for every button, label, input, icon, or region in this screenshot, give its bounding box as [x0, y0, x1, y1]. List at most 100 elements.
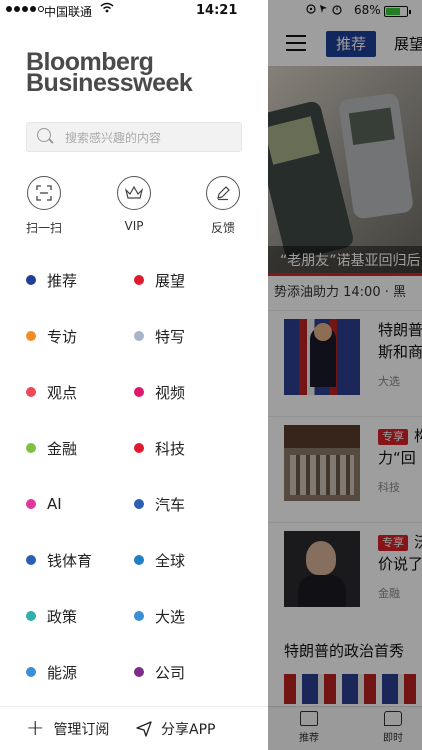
- category-dot: [26, 499, 36, 509]
- tab-recommend[interactable]: 推荐: [326, 31, 377, 57]
- category-item[interactable]: 展望: [134, 268, 185, 292]
- hero-caption: “老朋友”诺基亚回归后: [268, 246, 422, 276]
- feedback-button[interactable]: 反馈: [193, 176, 253, 236]
- category-dot: [134, 443, 144, 453]
- tab-bar-recommend[interactable]: 推荐: [284, 711, 334, 744]
- category-dot: [26, 331, 36, 341]
- category-dot: [134, 611, 144, 621]
- article-title-text: 构: [414, 427, 422, 445]
- category-item[interactable]: 能源: [26, 660, 77, 684]
- category-dot: [134, 555, 144, 565]
- category-dot: [134, 387, 144, 397]
- plus-icon: +: [26, 715, 45, 741]
- top-nav: 推荐 展望: [268, 24, 422, 64]
- wifi-icon: [100, 2, 114, 16]
- category-label: 全球: [155, 551, 186, 570]
- hero-image[interactable]: “老朋友”诺基亚回归后: [268, 66, 422, 276]
- manage-subscription-label: 管理订阅: [53, 721, 110, 738]
- category-label: 钱体育: [47, 551, 93, 570]
- scan-label: 扫一扫: [25, 221, 62, 235]
- category-dot: [134, 275, 144, 285]
- category-item[interactable]: 全球: [134, 548, 185, 572]
- category-label: AI: [47, 495, 62, 513]
- drawer-footer: + 管理订阅 分享APP: [0, 706, 268, 750]
- article-title-line-2: 力“回: [378, 449, 416, 467]
- status-bar-right: 68%: [268, 0, 422, 22]
- category-label: 公司: [155, 663, 186, 682]
- article-category: 大选: [378, 375, 400, 388]
- search-placeholder: 搜索感兴趣的内容: [65, 130, 162, 145]
- crown-icon: [117, 176, 151, 210]
- scan-button[interactable]: 扫一扫: [14, 176, 74, 236]
- section-title[interactable]: 特朗普的政治首秀: [284, 640, 404, 661]
- category-item[interactable]: AI: [26, 492, 62, 516]
- battery-icon: [384, 6, 411, 17]
- manage-subscription-button[interactable]: + 管理订阅: [26, 715, 110, 741]
- article-title-line-1: 专享构: [378, 425, 422, 447]
- category-item[interactable]: 金融: [26, 436, 77, 460]
- news-ticker[interactable]: 势添油助力 14:00 · 黑: [268, 280, 422, 306]
- category-label: 推荐: [47, 271, 78, 290]
- article-item[interactable]: 专享构 力“回 科技: [268, 416, 422, 512]
- category-item[interactable]: 特写: [134, 324, 185, 348]
- category-item[interactable]: 科技: [134, 436, 185, 460]
- category-item[interactable]: 大选: [134, 604, 185, 628]
- status-icons: [306, 3, 350, 18]
- article-category: 科技: [378, 481, 400, 494]
- category-dot: [26, 387, 36, 397]
- category-dot: [134, 499, 144, 509]
- category-item[interactable]: 汽车: [134, 492, 185, 516]
- article-item[interactable]: 专享沃 价说了 金融: [268, 522, 422, 618]
- category-item[interactable]: 观点: [26, 380, 77, 404]
- search-input[interactable]: 搜索感兴趣的内容: [26, 122, 242, 152]
- share-app-label: 分享APP: [161, 721, 216, 738]
- article-category: 金融: [378, 587, 400, 600]
- category-item[interactable]: 钱体育: [26, 548, 92, 572]
- article-title-text: 沃: [414, 533, 422, 551]
- scan-icon: [27, 176, 61, 210]
- article-thumbnail: [284, 319, 360, 395]
- category-dot: [134, 667, 144, 677]
- vip-button[interactable]: VIP: [104, 176, 164, 233]
- category-item[interactable]: 视频: [134, 380, 185, 404]
- section-image[interactable]: [284, 674, 422, 704]
- article-title-line-1: 特朗普: [378, 321, 422, 339]
- status-bar: 中国联通 14:21: [0, 0, 268, 22]
- category-label: 政策: [47, 607, 78, 626]
- article-thumbnail: [284, 425, 360, 501]
- battery-percent: 68%: [354, 3, 381, 17]
- category-item[interactable]: 推荐: [26, 268, 77, 292]
- category-label: 汽车: [155, 495, 186, 514]
- clock: 14:21: [196, 3, 238, 18]
- category-label: 大选: [155, 607, 186, 626]
- category-label: 观点: [47, 383, 78, 402]
- article-title-line-2: 价说了: [378, 555, 422, 573]
- category-item[interactable]: 公司: [134, 660, 185, 684]
- carrier-name: 中国联通: [44, 5, 93, 19]
- tab-outlook[interactable]: 展望: [394, 31, 422, 57]
- category-label: 专访: [47, 327, 78, 346]
- exclusive-badge: 专享: [378, 534, 408, 551]
- bloomberg-businessweek-logo: Bloomberg Businessweek: [26, 50, 216, 97]
- main-content: 68% 推荐 展望 “老朋友”诺基亚回归后 势添油助力 14:00 · 黑 特朗…: [268, 0, 422, 750]
- search-icon: [37, 128, 55, 146]
- article-title-line-2: 斯和商: [378, 343, 422, 361]
- signal-icon: [6, 6, 44, 12]
- category-dot: [134, 331, 144, 341]
- tab-bar-label: 即时: [383, 733, 403, 744]
- category-label: 金融: [47, 439, 78, 458]
- pencil-icon: [206, 176, 240, 210]
- category-item[interactable]: 政策: [26, 604, 77, 628]
- category-dot: [26, 443, 36, 453]
- article-item[interactable]: 特朗普 斯和商 大选: [268, 310, 422, 406]
- tab-bar-instant[interactable]: 即时: [368, 711, 418, 744]
- menu-icon[interactable]: [286, 35, 306, 51]
- side-drawer: 中国联通 14:21 Bloomberg Businessweek 搜索感兴趣的…: [0, 0, 268, 750]
- share-app-button[interactable]: 分享APP: [136, 719, 215, 739]
- logo-line-2: Businessweek: [26, 69, 193, 97]
- category-label: 视频: [155, 383, 186, 402]
- category-item[interactable]: 专访: [26, 324, 77, 348]
- category-label: 能源: [47, 663, 78, 682]
- phone-image-right: [337, 92, 415, 220]
- category-dot: [26, 275, 36, 285]
